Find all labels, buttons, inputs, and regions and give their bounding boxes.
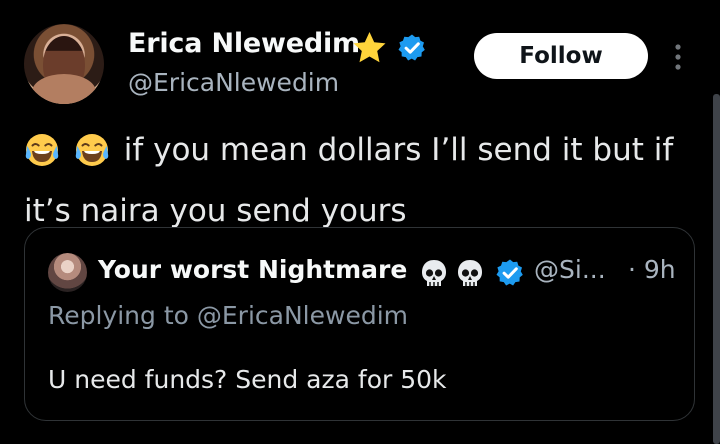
quoted-author-handle[interactable]: @Si... xyxy=(534,255,606,284)
replying-to[interactable]: Replying to @EricaNlewedim xyxy=(48,301,408,330)
quoted-tweet-card[interactable]: Your worst Nightmare @Si... · 9h Replyin… xyxy=(24,227,695,421)
author-display-name[interactable]: Erica Nlewedim xyxy=(128,28,360,59)
emoji-group xyxy=(24,132,114,185)
author-avatar[interactable] xyxy=(24,24,104,104)
tweet-text: if you mean dollars I’ll send it but if … xyxy=(24,124,704,238)
face-with-tears-of-joy-icon xyxy=(25,134,59,166)
tweet-line-1: if you mean dollars I’ll send it but if xyxy=(24,124,704,185)
scrollbar[interactable] xyxy=(713,94,720,444)
verified-icon xyxy=(496,259,523,286)
more-vertical-icon[interactable] xyxy=(673,42,683,72)
verified-icon xyxy=(398,34,425,61)
quoted-author-avatar[interactable] xyxy=(48,253,87,292)
quoted-author-display-name[interactable]: Your worst Nightmare xyxy=(98,255,407,284)
quoted-tweet-text: U need funds? Send aza for 50k xyxy=(48,365,447,394)
tweet: Erica Nlewedim @EricaNlewedim Follow if … xyxy=(0,0,720,444)
face-with-tears-of-joy-icon xyxy=(75,134,109,166)
author-handle[interactable]: @EricaNlewedim xyxy=(128,68,339,97)
quoted-tweet-time[interactable]: · 9h xyxy=(628,255,676,284)
skull-icon xyxy=(458,260,482,286)
skull-icon xyxy=(422,260,446,286)
tweet-text-line-1: if you mean dollars I’ll send it but if xyxy=(123,132,674,168)
follow-button[interactable]: Follow xyxy=(474,33,648,79)
star-icon xyxy=(353,32,386,63)
